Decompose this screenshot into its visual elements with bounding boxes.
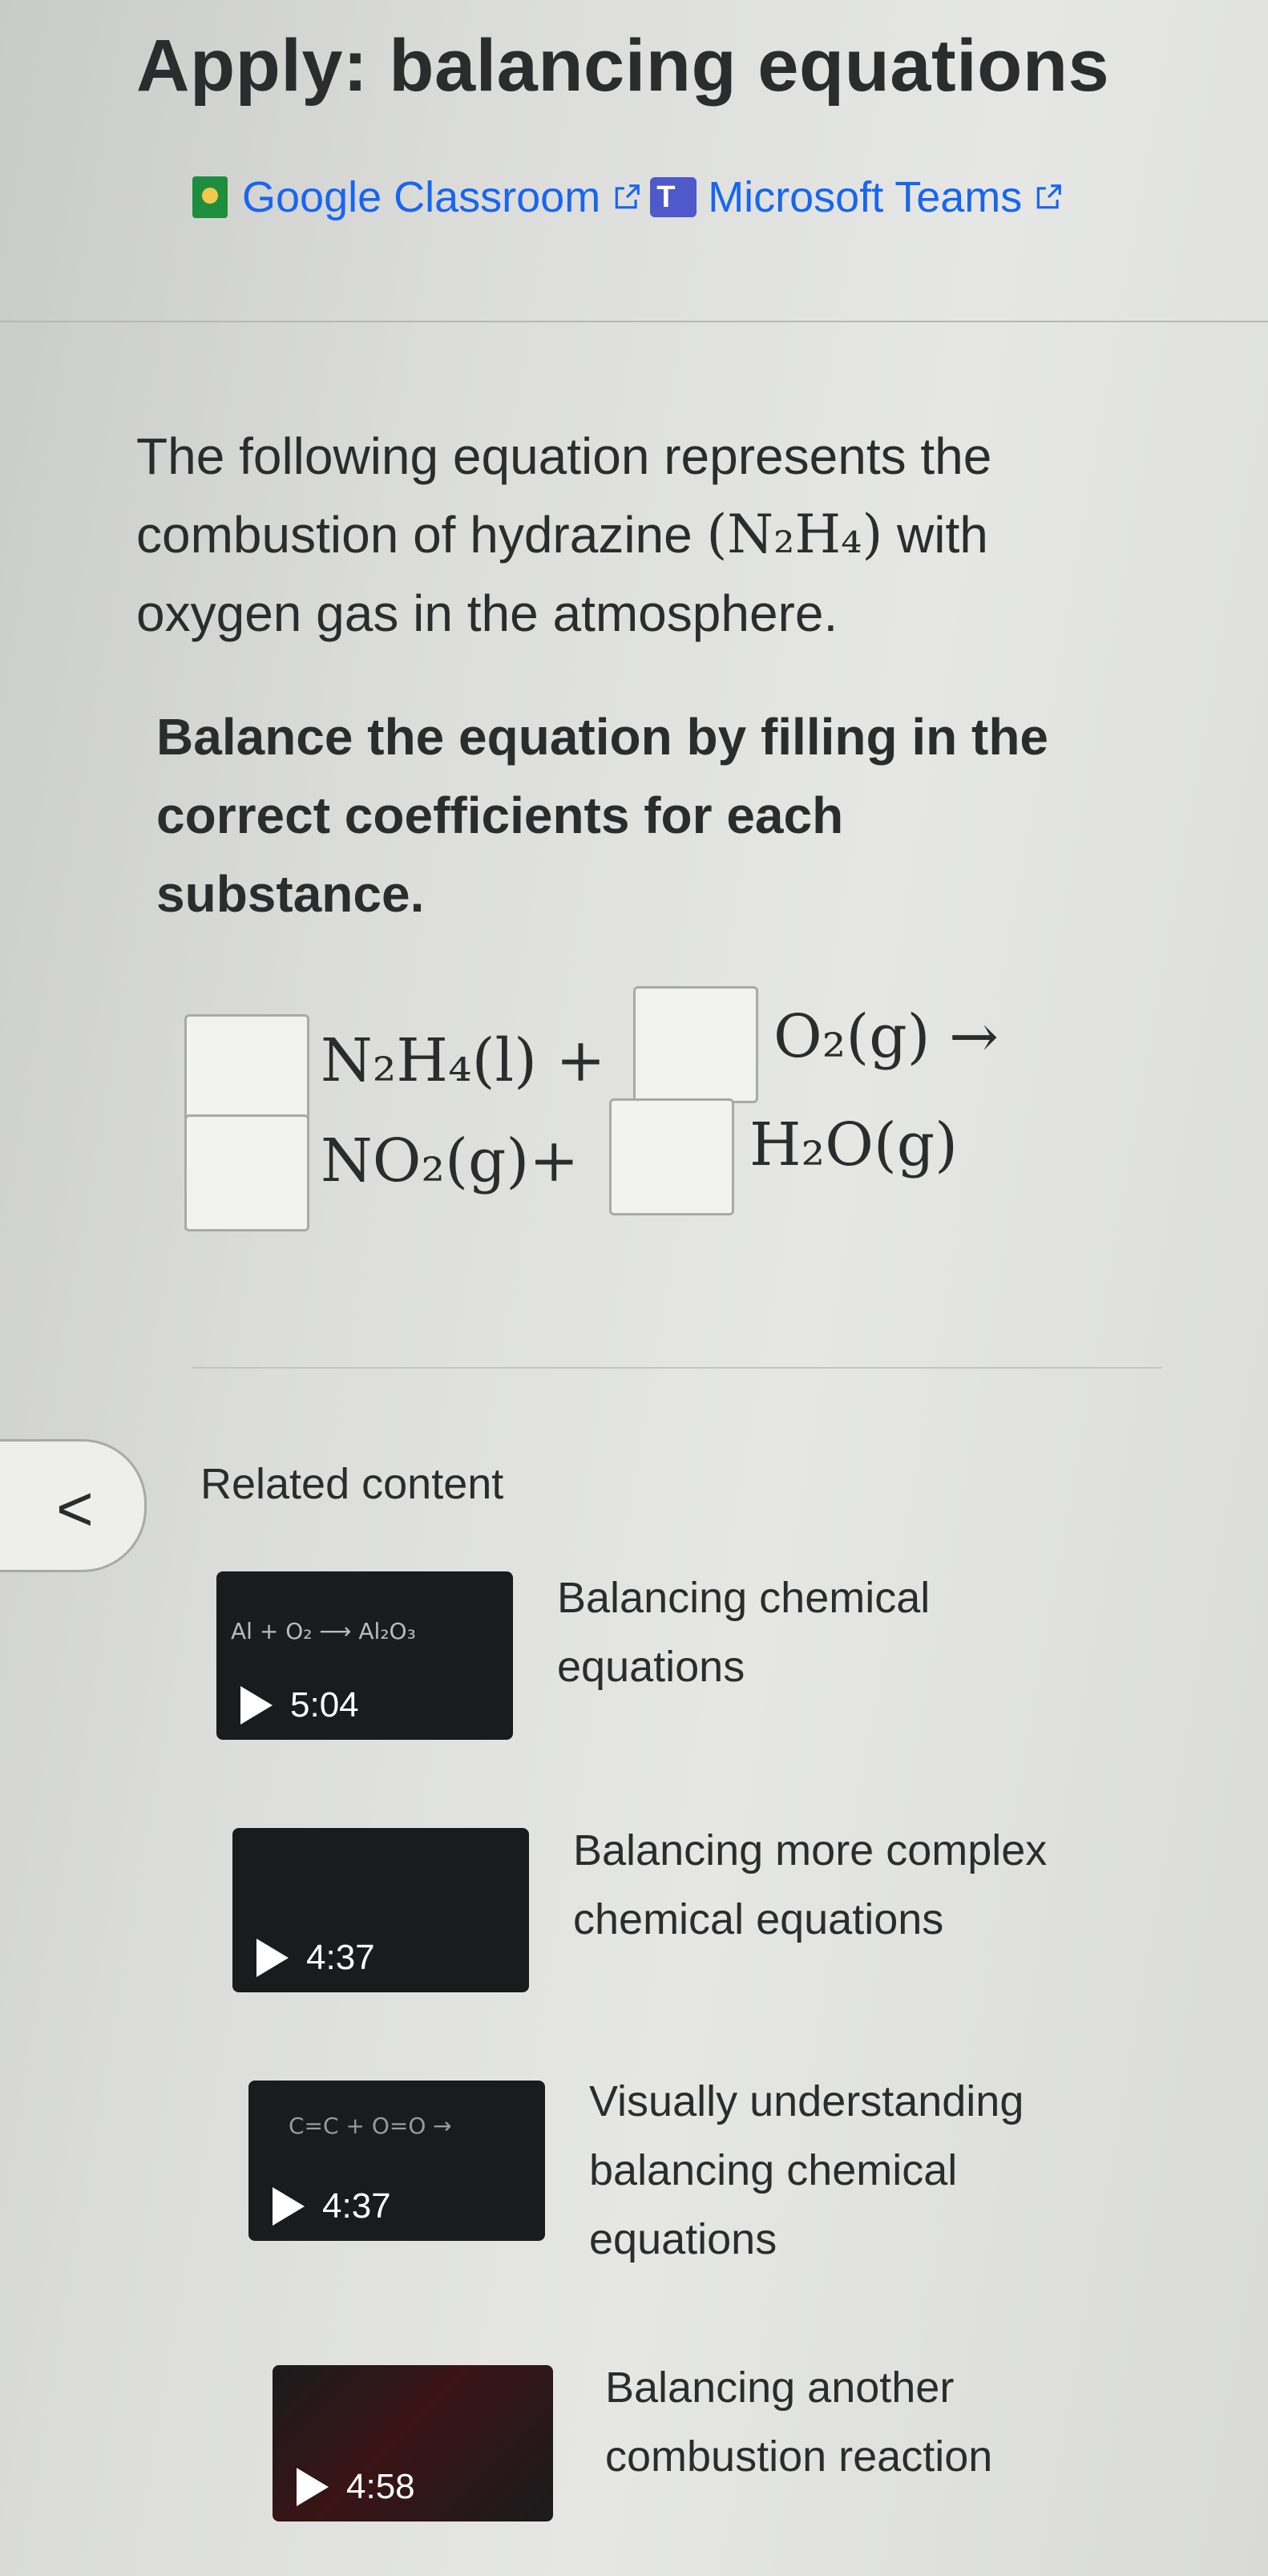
intro-line-2: combustion of hydrazine (N₂H₄) with (136, 503, 988, 565)
back-button[interactable]: < (0, 1439, 147, 1572)
microsoft-teams-link[interactable]: Microsoft Teams (650, 172, 1072, 222)
related-card-title[interactable]: Balancing chemical equations (557, 1563, 930, 1701)
coefficient-input-o2[interactable] (633, 986, 758, 1103)
question-instruction: Balance the equation by filling in the c… (156, 708, 1048, 923)
chevron-left-icon: < (56, 1473, 94, 1544)
share-row: Google Classroom Microsoft Teams (192, 172, 1072, 222)
related-card-title[interactable]: Balancing another combustion reaction (605, 2353, 992, 2491)
google-classroom-label: Google Classroom (242, 173, 601, 221)
external-link-icon (1037, 184, 1062, 209)
coefficient-input-no2[interactable] (184, 1114, 309, 1231)
page-title: Apply: balancing equations (136, 25, 1110, 107)
product-no2: NO₂(g)+ (321, 1126, 579, 1195)
product-h2o: H₂O(g) (749, 1110, 958, 1179)
external-link-icon (615, 184, 640, 209)
google-classroom-link[interactable]: Google Classroom (192, 172, 650, 222)
microsoft-teams-label: Microsoft Teams (708, 173, 1023, 221)
intro-line-1: The following equation represents the (136, 427, 992, 485)
microsoft-teams-icon (650, 177, 697, 217)
intro-line-3: oxygen gas in the atmosphere. (136, 584, 838, 642)
header-divider (0, 321, 1268, 322)
video-thumbnail[interactable]: 4:58 (273, 2365, 553, 2521)
related-card-title[interactable]: Balancing more complex chemical equation… (573, 1816, 1047, 1954)
thumbnail-equation: Al + O₂ ⟶ Al₂O₃ (231, 1618, 416, 1644)
reactant-o2: O₂(g) → (773, 1002, 999, 1071)
related-content-heading: Related content (200, 1460, 504, 1508)
video-duration: 4:37 (256, 1938, 375, 1978)
question-intro: The following equation represents the co… (136, 417, 1226, 653)
video-duration: 4:58 (297, 2467, 415, 2507)
video-duration: 5:04 (240, 1685, 359, 1725)
reactant-n2h4: N₂H₄(l) + (321, 1026, 606, 1095)
video-duration: 4:37 (273, 2186, 391, 2226)
thumbnail-equation: C=C + O=O → (289, 2113, 452, 2139)
related-card-title[interactable]: Visually understanding balancing chemica… (589, 2067, 1024, 2274)
video-thumbnail[interactable]: Al + O₂ ⟶ Al₂O₃ 5:04 (216, 1571, 513, 1740)
google-classroom-icon (192, 176, 228, 218)
hydrazine-formula: (N₂H₄) (706, 503, 883, 565)
content-divider (192, 1367, 1162, 1369)
coefficient-input-h2o[interactable] (609, 1098, 734, 1215)
video-thumbnail[interactable]: C=C + O=O → 4:37 (248, 2081, 545, 2241)
video-thumbnail[interactable]: 4:37 (232, 1828, 529, 1992)
